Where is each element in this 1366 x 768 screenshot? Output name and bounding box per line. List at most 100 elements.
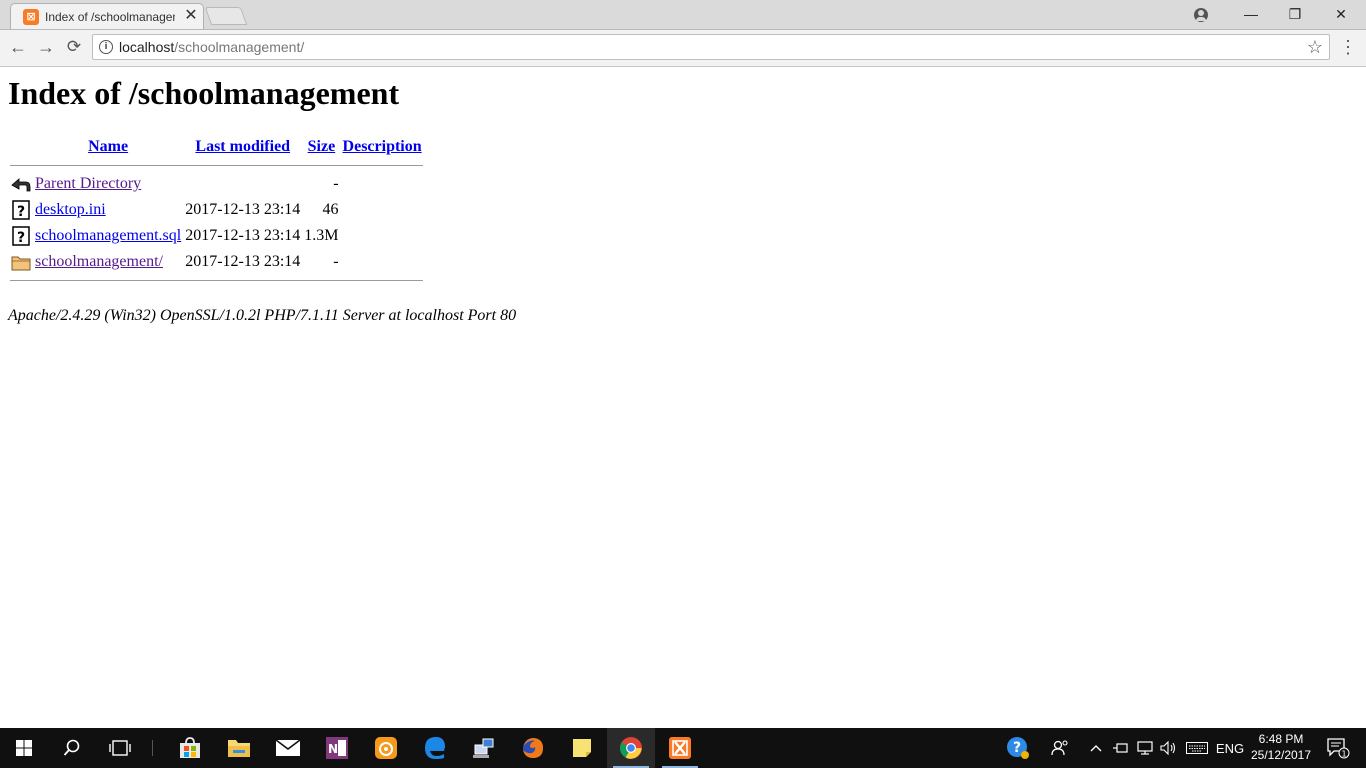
- browser-menu-icon[interactable]: ⋮: [1338, 35, 1358, 59]
- url-text[interactable]: localhost/schoolmanagement/: [119, 39, 304, 55]
- table-row: ? schoolmanagement.sql 2017-12-13 23:14 …: [10, 224, 423, 248]
- taskbar-file-explorer[interactable]: [215, 728, 263, 768]
- site-info-icon[interactable]: i: [99, 40, 113, 54]
- table-row: ? desktop.ini 2017-12-13 23:14 46: [10, 198, 423, 222]
- table-row: Parent Directory -: [10, 172, 423, 196]
- divider-row: [10, 161, 423, 170]
- taskbar-onenote[interactable]: N: [313, 728, 361, 768]
- search-button[interactable]: [48, 728, 96, 768]
- divider-row: [10, 276, 423, 285]
- page-content: Index of /schoolmanagement Name Last mod…: [0, 67, 1366, 728]
- table-header-row: Name Last modified Size Description: [10, 135, 423, 159]
- search-icon: [63, 739, 80, 756]
- power-plug-icon: [1113, 743, 1128, 753]
- restore-button[interactable]: ❐: [1272, 0, 1318, 29]
- row-size: 1.3M: [304, 227, 339, 244]
- browser-chrome: ⊠ Index of /schoolmanagement/ ✕ — ❐ ✕ ← …: [0, 0, 1366, 67]
- network-icon: [1137, 741, 1153, 755]
- touch-keyboard-button[interactable]: [1184, 728, 1210, 768]
- network-tray-button[interactable]: [1134, 728, 1156, 768]
- folder-icon: [11, 256, 31, 271]
- divider: [10, 280, 423, 281]
- clock-button[interactable]: 6:48 PM 25/12/2017: [1240, 731, 1322, 763]
- people-tray-button[interactable]: [1046, 728, 1074, 768]
- notification-count: 1: [1341, 750, 1346, 759]
- volume-icon: [1160, 741, 1176, 755]
- parent-directory-link[interactable]: Parent Directory: [35, 175, 141, 192]
- profile-icon[interactable]: [1178, 0, 1224, 29]
- url-path: /schoolmanagement/: [174, 39, 305, 55]
- row-modified: 2017-12-13 23:14: [185, 227, 301, 244]
- close-window-button[interactable]: ✕: [1318, 0, 1364, 29]
- taskbar-sticky-notes[interactable]: [558, 728, 606, 768]
- tab-strip: ⊠ Index of /schoolmanagement/ ✕ — ❐ ✕: [0, 0, 1366, 30]
- taskbar-uc-browser[interactable]: [362, 728, 410, 768]
- file-link-desktop-ini[interactable]: desktop.ini: [35, 201, 106, 218]
- uc-browser-icon: [375, 737, 397, 759]
- back-button[interactable]: ←: [6, 35, 30, 59]
- bookmark-star-icon[interactable]: ☆: [1307, 36, 1323, 58]
- folder-icon: [228, 740, 250, 757]
- forward-button[interactable]: →: [34, 35, 58, 59]
- show-hidden-icons-button[interactable]: [1086, 728, 1106, 768]
- folder-link-schoolmanagement[interactable]: schoolmanagement/: [35, 253, 163, 270]
- taskbar-firefox[interactable]: [509, 728, 557, 768]
- divider: [10, 165, 423, 166]
- sort-by-description-link[interactable]: Description: [343, 138, 422, 155]
- size-column-header: Size: [303, 135, 339, 159]
- row-size: -: [333, 253, 339, 270]
- volume-tray-button[interactable]: [1158, 728, 1180, 768]
- network-computer-icon: [473, 738, 494, 758]
- windows-start-button[interactable]: [0, 728, 48, 768]
- svg-text:?: ?: [1013, 740, 1021, 756]
- row-description: [342, 224, 423, 248]
- clock-time: 6:48 PM: [1258, 732, 1304, 746]
- firefox-icon: [523, 738, 543, 758]
- task-view-button[interactable]: [96, 728, 144, 768]
- reload-button[interactable]: ⟳: [62, 35, 86, 59]
- row-modified: 2017-12-13 23:14: [185, 253, 301, 270]
- taskbar-network-app[interactable]: [460, 728, 508, 768]
- row-modified: 2017-12-13 23:14: [185, 201, 301, 218]
- page-title: Index of /schoolmanagement: [8, 75, 400, 111]
- unknown-file-icon: ?: [12, 226, 30, 246]
- directory-listing-table: Name Last modified Size Description Pare…: [8, 133, 425, 287]
- edge-icon: [425, 737, 445, 759]
- svg-text:?: ?: [17, 230, 25, 246]
- new-tab-button[interactable]: [204, 7, 248, 25]
- minimize-button[interactable]: —: [1228, 0, 1274, 29]
- sort-by-last-modified-link[interactable]: Last modified: [195, 138, 290, 155]
- onenote-icon: N: [326, 737, 348, 759]
- tab-title: Index of /schoolmanagement/: [45, 10, 175, 24]
- taskbar-store-app[interactable]: [166, 728, 214, 768]
- taskbar-mail[interactable]: [264, 728, 312, 768]
- tab-index-of-schoolmanagement[interactable]: ⊠ Index of /schoolmanagement/ ✕: [10, 3, 204, 29]
- action-center-button[interactable]: 1: [1318, 728, 1358, 768]
- xampp-favicon-icon: ⊠: [23, 9, 39, 25]
- help-icon: ?: [1007, 737, 1029, 759]
- svg-text:?: ?: [17, 204, 25, 220]
- row-description: [342, 198, 423, 222]
- modified-column-header: Last modified: [184, 135, 301, 159]
- power-tray-button[interactable]: [1110, 728, 1132, 768]
- url-host: localhost: [119, 39, 175, 55]
- row-size: -: [333, 175, 339, 192]
- back-arrow-icon: [11, 178, 31, 192]
- taskbar-chrome[interactable]: [607, 728, 655, 768]
- taskbar-edge[interactable]: [411, 728, 459, 768]
- file-link-schoolmanagement-sql[interactable]: schoolmanagement.sql: [35, 227, 181, 244]
- taskbar-xampp[interactable]: [656, 728, 704, 768]
- windows-logo-icon: [16, 740, 32, 756]
- people-icon: [1051, 740, 1068, 756]
- sort-by-name-link[interactable]: Name: [88, 138, 128, 155]
- sticky-notes-icon: [573, 739, 591, 757]
- server-signature: Apache/2.4.29 (Win32) OpenSSL/1.0.2l PHP…: [8, 307, 517, 324]
- unknown-file-icon: ?: [12, 200, 30, 220]
- mail-icon: [275, 739, 301, 756]
- tab-close-icon[interactable]: ✕: [183, 7, 199, 25]
- help-tray-button[interactable]: ?: [1002, 728, 1034, 768]
- sort-by-size-link[interactable]: Size: [308, 138, 336, 155]
- keyboard-icon: [1186, 742, 1208, 754]
- notification-icon: 1: [1327, 738, 1350, 759]
- address-bar[interactable]: i localhost/schoolmanagement/ ☆: [92, 34, 1330, 60]
